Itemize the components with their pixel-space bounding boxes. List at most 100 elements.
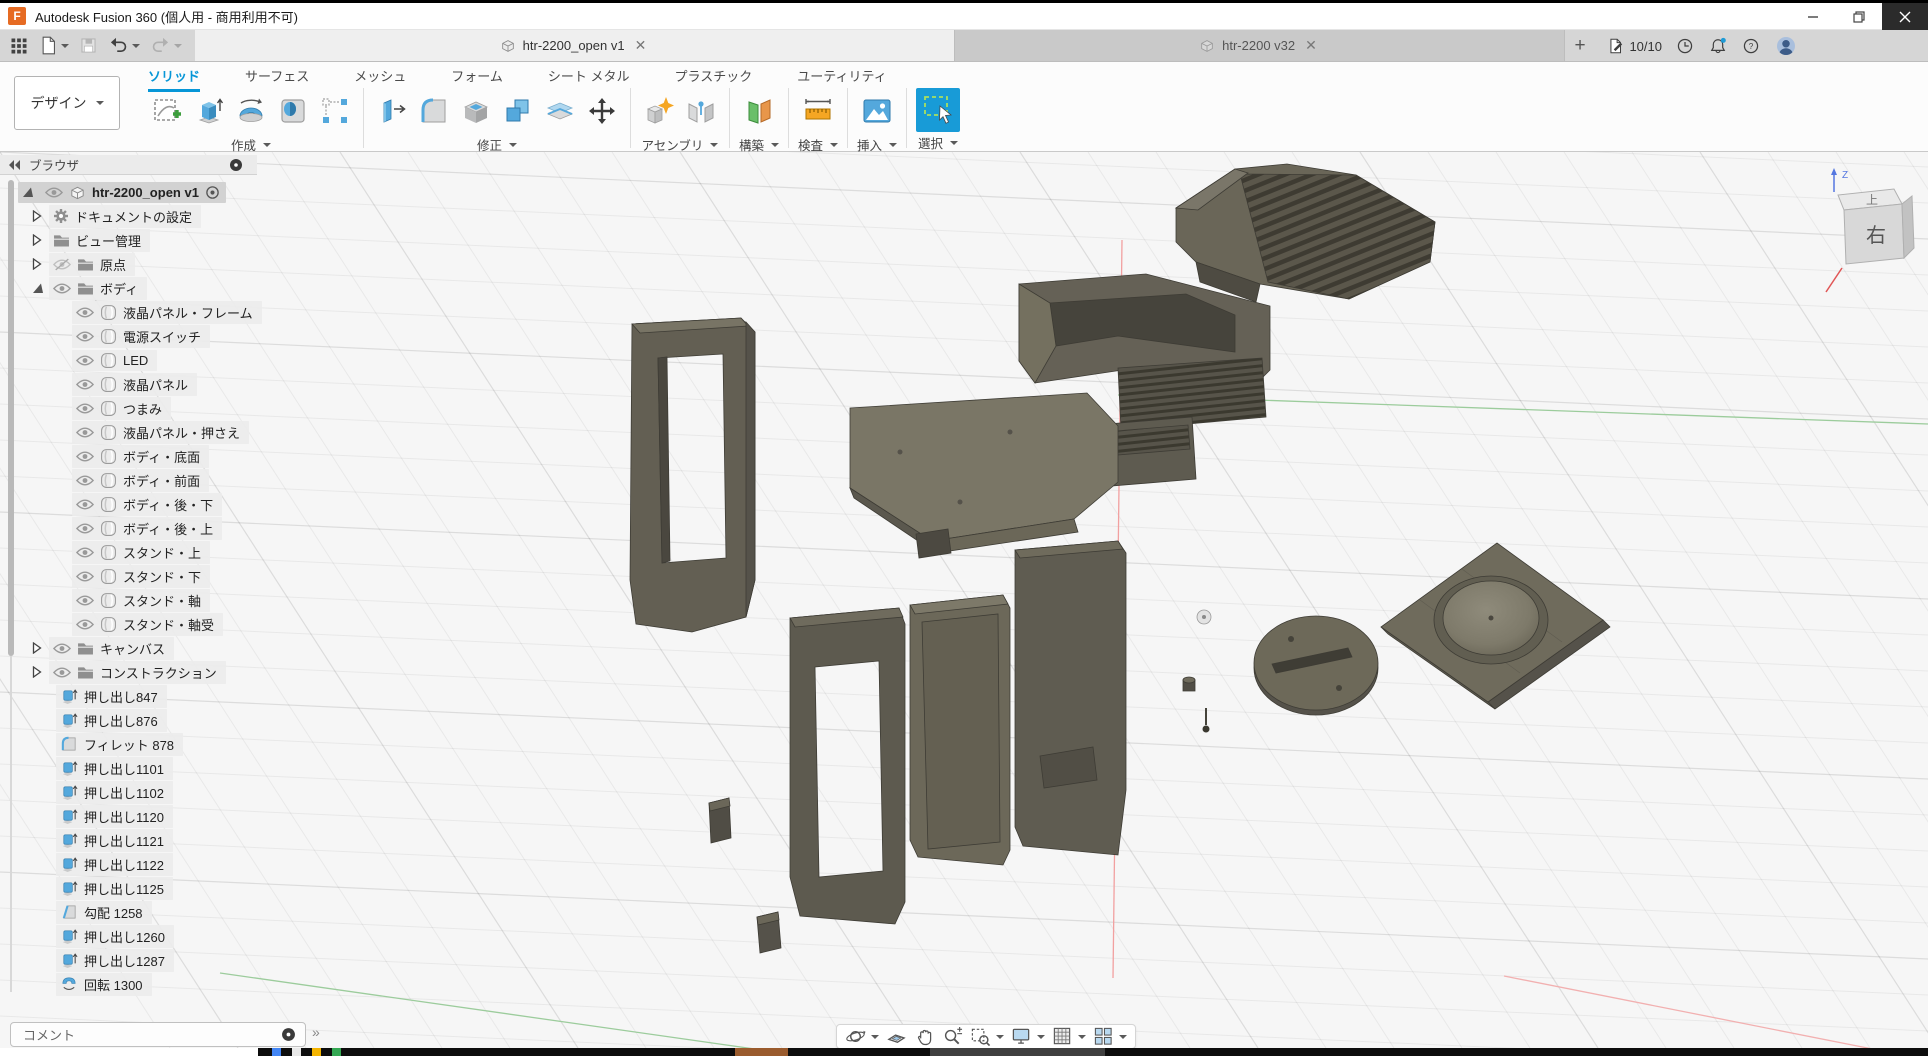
tree-item-feature-extrude-21[interactable]: 押し出し847 [56,685,167,707]
orbit-icon[interactable] [845,1026,879,1047]
close-button[interactable] [1882,3,1928,30]
shell-icon[interactable] [457,88,495,134]
notifications-bell-icon[interactable] [1708,36,1728,56]
visibility-eye-icon[interactable] [76,330,94,343]
model-part-body-rear-top[interactable] [1176,164,1435,302]
origin-marker[interactable] [1197,610,1211,624]
tree-item-body-9[interactable]: つまみ [72,397,171,419]
fit-icon[interactable] [970,1026,1004,1047]
save-button[interactable] [76,34,101,57]
insert-image-icon[interactable] [858,88,896,134]
browser-panel-header[interactable]: ブラウザ [0,155,257,175]
visibility-eye-off-icon[interactable] [53,258,71,271]
minimize-button[interactable] [1790,3,1836,30]
tree-item-body-5[interactable]: 液晶パネル・フレーム [72,301,262,323]
new-component-icon[interactable] [640,88,678,134]
tree-item-body-14[interactable]: ボディ・後・上 [72,517,222,539]
comment-panel-grip[interactable]: » [312,1024,320,1040]
model-part-base-board[interactable] [850,393,1118,558]
undo-button[interactable] [105,34,143,57]
visibility-eye-icon[interactable] [45,186,63,199]
tree-item-component-0[interactable]: htr-2200_open v1 [18,181,226,203]
taskbar-app-icon[interactable] [272,1048,281,1056]
model-part-pin[interactable] [1203,708,1210,733]
model-part-stand-base[interactable] [1254,616,1378,715]
visibility-eye-icon[interactable] [76,306,94,319]
model-part-knob[interactable] [709,798,731,843]
tree-collapsed-icon[interactable] [32,234,44,246]
taskbar-app-icon[interactable] [292,1048,301,1056]
visibility-eye-icon[interactable] [76,354,94,367]
collapse-panel-icon[interactable] [9,160,21,170]
tree-item-feature-extrude-27[interactable]: 押し出し1121 [56,829,173,851]
documents-counter[interactable]: 10/10 [1607,37,1662,55]
tree-item-folder-20[interactable]: コンストラクション [32,661,226,683]
tree-collapsed-icon[interactable] [32,258,44,270]
avatar[interactable] [1774,34,1798,58]
hole-icon[interactable] [274,88,312,134]
select-tool-icon[interactable] [916,88,960,132]
revolve-icon[interactable] [232,88,270,134]
file-menu-button[interactable] [36,33,72,58]
tree-item-folder-4[interactable]: ボディ [32,277,147,299]
measure-icon[interactable] [799,88,837,134]
tree-item-body-13[interactable]: ボディ・後・下 [72,493,222,515]
help-icon[interactable]: ? [1741,36,1761,56]
tree-item-body-12[interactable]: ボディ・前面 [72,469,209,491]
pan-icon[interactable] [914,1026,935,1047]
tree-item-body-16[interactable]: スタンド・下 [72,565,210,587]
tree-item-feature-extrude-32[interactable]: 押し出し1287 [56,949,174,971]
move-copy-icon[interactable] [583,88,621,134]
press-pull-icon[interactable] [373,88,411,134]
app-grid-menu-icon[interactable] [6,34,32,58]
pattern-icon[interactable] [316,88,354,134]
split-body-icon[interactable] [541,88,579,134]
look-at-icon[interactable] [886,1026,907,1047]
visibility-eye-icon[interactable] [53,666,71,679]
visibility-eye-icon[interactable] [76,594,94,607]
visibility-eye-icon[interactable] [76,570,94,583]
panel-options-icon[interactable] [229,158,243,172]
grid-settings-icon[interactable] [1052,1026,1086,1047]
visibility-eye-icon[interactable] [76,618,94,631]
fillet-icon[interactable] [415,88,453,134]
model-part-shaft[interactable] [1183,677,1195,691]
visibility-eye-icon[interactable] [53,642,71,655]
tree-item-body-7[interactable]: LED [72,349,157,371]
tree-item-body-6[interactable]: 電源スイッチ [72,325,210,347]
comment-options-icon[interactable] [281,1027,296,1042]
tree-item-feature-extrude-24[interactable]: 押し出し1101 [56,757,173,779]
tree-collapsed-icon[interactable] [32,642,44,654]
viewcube[interactable]: Z 上 右 [1824,162,1928,302]
redo-button[interactable] [147,34,185,57]
visibility-eye-icon[interactable] [76,450,94,463]
model-part-front-bezel[interactable] [630,318,755,632]
construction-plane-icon[interactable] [740,88,778,134]
taskbar-active-app[interactable] [735,1048,788,1056]
taskbar-app-icon[interactable] [332,1048,341,1056]
joint-icon[interactable] [682,88,720,134]
tree-item-folder-2[interactable]: ビュー管理 [32,229,150,251]
visibility-eye-icon[interactable] [76,522,94,535]
tree-item-feature-extrude-31[interactable]: 押し出し1260 [56,925,174,947]
tree-item-body-11[interactable]: ボディ・底面 [72,445,209,467]
tab-close-icon[interactable]: ✕ [632,37,650,54]
tree-collapsed-icon[interactable] [32,666,44,678]
tree-item-body-10[interactable]: 液晶パネル・押さえ [72,421,249,443]
viewport[interactable]: ブラウザ htr-2200_open v1ドキュメントの設定ビュー管理原点ボディ… [0,152,1928,1048]
tree-item-feature-draft-30[interactable]: 勾配 1258 [56,901,152,923]
tree-item-feature-fillet-23[interactable]: フィレット 878 [56,733,183,755]
tree-item-feature-extrude-29[interactable]: 押し出し1125 [56,877,173,899]
workspace-selector[interactable]: デザイン [14,76,120,130]
combine-icon[interactable] [499,88,537,134]
create-sketch-icon[interactable] [148,88,186,134]
tab-close-icon[interactable]: ✕ [1302,37,1320,54]
tree-item-feature-extrude-22[interactable]: 押し出し876 [56,709,167,731]
tree-collapsed-icon[interactable] [32,210,44,222]
visibility-eye-icon[interactable] [53,282,71,295]
browser-scrollbar[interactable] [8,180,14,656]
taskbar-app-icon[interactable] [312,1048,321,1056]
visibility-eye-icon[interactable] [76,378,94,391]
display-settings-icon[interactable] [1011,1026,1045,1047]
tree-item-feature-revolve-33[interactable]: 回転 1300 [56,973,152,995]
